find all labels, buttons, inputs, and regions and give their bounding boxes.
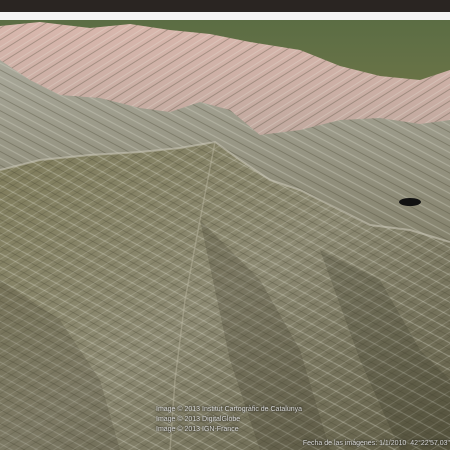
latitude-readout: 42°22'57.03" [410, 440, 450, 447]
credit-line: Image © 2013 DigitalGlobe [156, 416, 241, 423]
imagery-date: Fecha de las imágenes: 1/1/2010 [302, 440, 407, 447]
imagery-credits: Image © 2013 Institut Cartogràfic de Cat… [156, 405, 336, 435]
terrain-view[interactable] [0, 20, 450, 450]
credit-line: Image © 2013 IGN-France [156, 426, 239, 433]
mountain-lake [399, 198, 421, 206]
window-top-bar [0, 0, 450, 12]
credit-line: Image © 2013 Institut Cartogràfic de Cat… [156, 406, 303, 413]
status-bar: Fecha de las imágenes: 1/1/2010 42°22'57… [301, 439, 450, 448]
earth-viewer[interactable]: Image © 2013 Institut Cartogràfic de Cat… [0, 0, 450, 450]
toolbar-strip [0, 12, 450, 20]
